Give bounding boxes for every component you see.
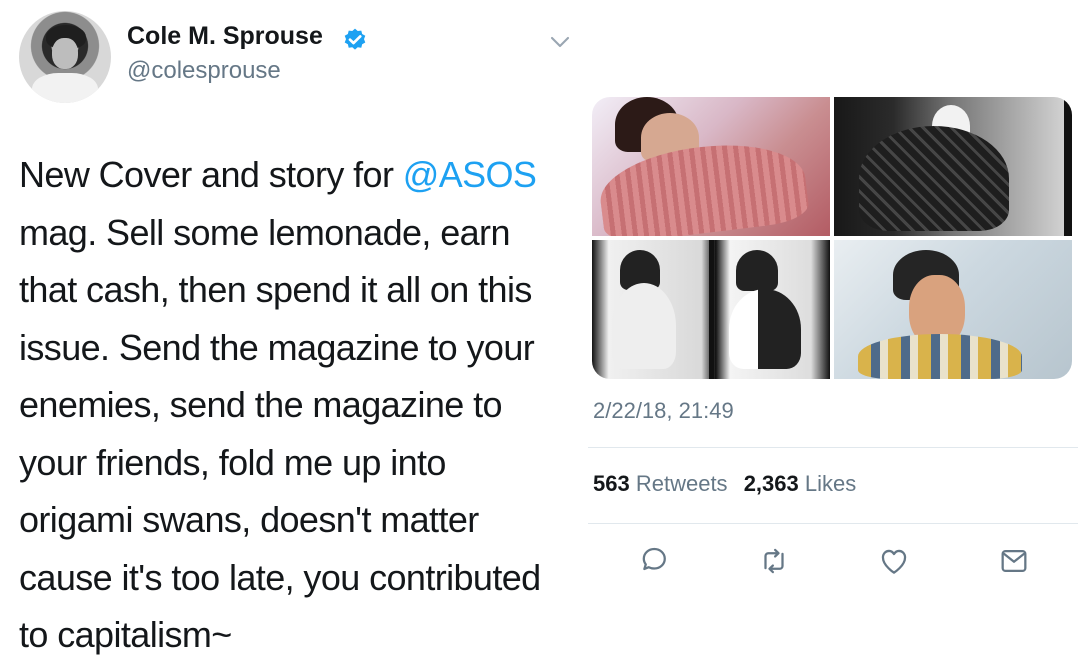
retweet-button[interactable]	[757, 544, 791, 578]
tweet-text-line: your friends, fold me up into	[19, 434, 594, 492]
divider	[588, 447, 1078, 448]
tweet-text-segment: cause it's too late, you contributed	[19, 556, 541, 598]
likes-label[interactable]: Likes	[805, 471, 856, 496]
tweet-text-segment: enemies, send the magazine to	[19, 384, 503, 425]
like-icon	[881, 549, 907, 574]
photo-subject-jacket	[729, 289, 801, 369]
chevron-down-icon[interactable]	[548, 33, 572, 51]
tweet-text-line: that cash, then spend it all on this	[19, 261, 594, 319]
tweet-text-line: mag. Sell some lemonade, earn	[19, 204, 594, 262]
share-icon	[1001, 549, 1027, 573]
film-strip	[1064, 97, 1072, 236]
photo-subject-sweater	[859, 126, 1009, 231]
tweet-text-line: origami swans, doesn't matter	[19, 491, 594, 549]
reply-icon	[642, 547, 666, 571]
tweet-text-segment: your friends, fold me up into	[19, 441, 446, 483]
likes-count[interactable]: 2,363	[744, 471, 799, 496]
tweet-text-segment: origami swans, doesn't matter	[19, 499, 479, 540]
tweet-text-segment: issue. Send the magazine to your	[19, 326, 535, 368]
retweets-label[interactable]: Retweets	[636, 471, 728, 496]
tweet-text-line: issue. Send the magazine to your	[19, 319, 594, 377]
reply-button[interactable]	[637, 544, 671, 578]
share-button[interactable]	[997, 544, 1031, 578]
tweet-text-line: to capitalism~	[19, 606, 594, 664]
photo-subject-head	[736, 250, 778, 291]
avatar-shirt	[32, 73, 98, 103]
photo-pink-sweater[interactable]	[592, 97, 830, 236]
tweet-text-segment: New Cover and story for	[19, 154, 403, 195]
retweet-icon	[764, 548, 784, 574]
author-name[interactable]: Cole M. Sprouse	[127, 22, 323, 51]
retweets-count[interactable]: 563	[593, 471, 630, 496]
film-frame-divider	[709, 240, 714, 379]
photo-camera-frames[interactable]	[592, 240, 830, 379]
photo-subject-shirt	[858, 334, 1022, 379]
tweet-stats: 563 Retweets 2,363 Likes	[593, 471, 866, 497]
tweet-timestamp[interactable]: 2/22/18, 21:49	[593, 398, 734, 424]
like-button[interactable]	[877, 544, 911, 578]
avatar[interactable]	[19, 11, 111, 103]
photo-subject-body	[612, 283, 676, 369]
photo-grid[interactable]	[592, 97, 1072, 379]
verified-icon	[344, 28, 366, 50]
author-handle[interactable]: @colesprouse	[127, 57, 281, 85]
mention-link[interactable]: @ASOS	[403, 154, 537, 195]
tweet-text: New Cover and story for @ASOS mag. Sell s…	[19, 146, 594, 664]
tweet-text-line: enemies, send the magazine to	[19, 376, 594, 434]
tweet-text-line: New Cover and story for @ASOS	[19, 146, 594, 204]
tweet-text-segment: that cash, then spend it all on this	[19, 269, 532, 310]
avatar-face	[52, 38, 78, 69]
photo-yellow-shirt[interactable]	[834, 240, 1072, 379]
tweet-text-segment: mag. Sell some lemonade, earn	[19, 211, 510, 253]
tweet-text-segment: to capitalism~	[19, 614, 232, 655]
photo-black-sweater[interactable]	[834, 97, 1072, 236]
divider	[588, 523, 1078, 524]
tweet-text-line: cause it's too late, you contributed	[19, 549, 594, 607]
